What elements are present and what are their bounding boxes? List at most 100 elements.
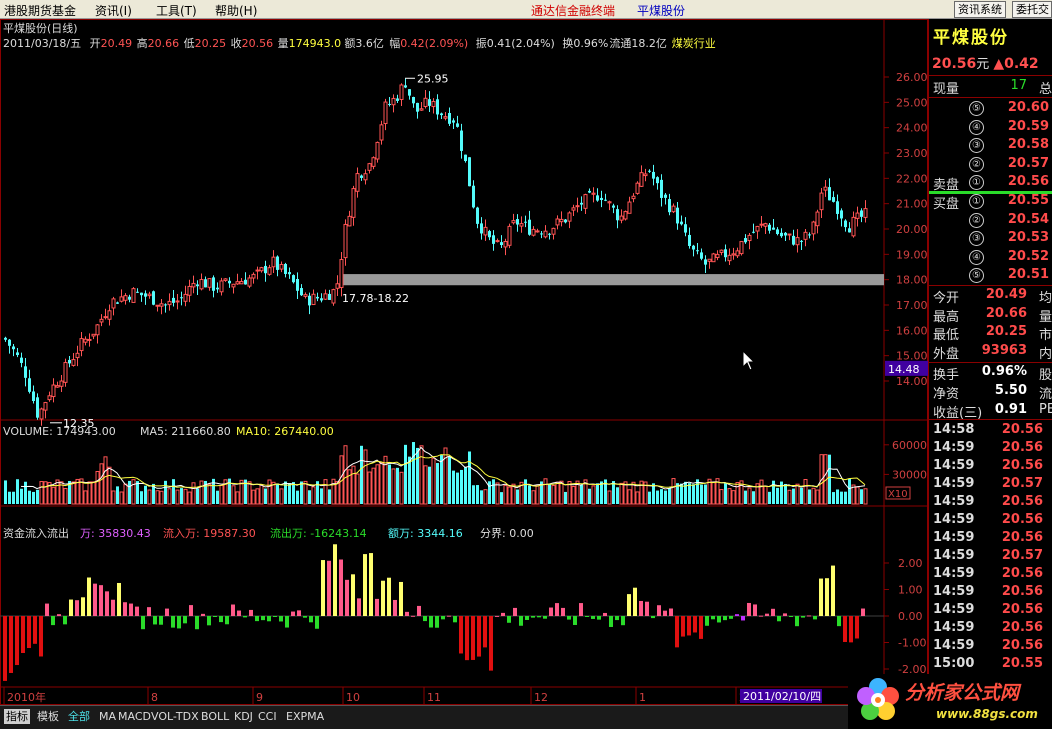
flow-bar-out xyxy=(153,616,157,625)
candle-body-up xyxy=(259,267,264,272)
flow-wan: 万: 35830.43 xyxy=(80,527,151,540)
tab-ma[interactable]: MA xyxy=(97,709,118,724)
vol-label: 60000 xyxy=(892,439,927,452)
flow-bar-out xyxy=(219,616,223,623)
volume-bar-up xyxy=(719,489,724,505)
flow-bar-out xyxy=(543,616,547,619)
tab-macd[interactable]: MACD xyxy=(116,709,153,724)
flow-bar-in xyxy=(333,544,337,616)
buy-label: 买盘 xyxy=(933,197,960,212)
flow-bar-out xyxy=(741,616,745,621)
volume-bar-up xyxy=(39,481,44,505)
candle-body-down xyxy=(660,179,663,198)
volume-bar-down xyxy=(460,469,463,504)
tick-row: 14:59 20.56 xyxy=(929,584,1052,602)
flow-bar-out xyxy=(177,616,181,629)
tab-boll[interactable]: BOLL xyxy=(199,709,231,724)
volume-bar-down xyxy=(580,484,583,504)
flow-bar-in xyxy=(669,608,673,616)
stat-suffix: 均 xyxy=(1039,291,1052,306)
flow-bar-in xyxy=(105,591,109,616)
volume-bar-up xyxy=(423,465,428,505)
stat-suffix: 流 xyxy=(1039,387,1052,402)
chart-frame xyxy=(0,19,928,705)
tab-expma[interactable]: EXPMA xyxy=(284,709,326,724)
candle-body-up xyxy=(183,293,188,302)
flow-bar-out xyxy=(471,616,475,660)
stat-label: 净资 xyxy=(933,387,960,402)
volume-bar-down xyxy=(752,491,755,504)
volume-bar-down xyxy=(472,485,475,504)
tab-indicator[interactable]: 指标 xyxy=(4,709,30,724)
tick-row: 14:59 20.56 xyxy=(929,458,1052,476)
trade-button[interactable]: 委托交 xyxy=(1012,1,1052,18)
stat-value: 20.25 xyxy=(985,324,1027,340)
tick-time: 14:59 xyxy=(933,620,975,635)
stat-value: 0.91 xyxy=(994,401,1027,417)
menu-info[interactable]: 资讯(I) xyxy=(95,2,132,19)
flow-bar-in xyxy=(633,587,637,616)
volume-bar-up xyxy=(191,482,196,505)
volume-bar-down xyxy=(524,479,527,504)
flow-bar-out xyxy=(195,616,199,630)
stat-row: 今开 20.49 均 xyxy=(929,287,1052,306)
candle-body-up xyxy=(103,316,108,319)
tab-all[interactable]: 全部 xyxy=(66,709,92,724)
menu-help[interactable]: 帮助(H) xyxy=(215,2,257,19)
info-system-button[interactable]: 资讯系统 xyxy=(954,1,1006,18)
stat-value: 93963 xyxy=(981,342,1027,358)
stat-suffix: 股 xyxy=(1039,368,1052,384)
candle-body-up xyxy=(347,215,352,227)
info-field: 开 xyxy=(90,37,101,50)
menu-tools[interactable]: 工具(T) xyxy=(156,2,197,19)
tick-price: 20.55 xyxy=(1001,656,1043,671)
candle-body-down xyxy=(16,352,19,356)
tab-cci[interactable]: CCI xyxy=(256,709,279,724)
volume-bar-up xyxy=(43,481,48,505)
candle-body-up xyxy=(91,333,96,337)
price-label: 23.00 xyxy=(896,147,928,160)
candle-body-down xyxy=(276,256,279,270)
volume-bar-up xyxy=(103,456,108,505)
flow-bar-out xyxy=(33,616,37,644)
volume-bar-down xyxy=(140,491,143,504)
candle-body-up xyxy=(39,408,44,420)
xianliang-row: 现量 17 总 xyxy=(929,78,1052,97)
candle-body-up xyxy=(63,362,68,383)
stat-value: 20.49 xyxy=(985,287,1027,302)
info-field: 0.41(2.04%) xyxy=(487,37,555,50)
tick-price: 20.56 xyxy=(1001,530,1043,545)
flow-bar-out xyxy=(843,616,847,642)
stat-label: 换手 xyxy=(933,368,960,384)
tab-template[interactable]: 模板 xyxy=(35,709,61,724)
ma5-value: MA5: 211660.80 xyxy=(140,425,231,438)
flow-bar-out xyxy=(285,616,289,628)
flow-bar-out xyxy=(255,616,259,622)
flow-bar-out xyxy=(303,616,307,618)
flow-bar-in xyxy=(345,579,349,616)
info-field: 0.42(2.09%) xyxy=(400,37,468,50)
volume-bar-down xyxy=(548,483,551,504)
xianliang-value: 17 xyxy=(1010,78,1027,93)
vol-unit: X10 xyxy=(888,489,908,500)
volume-bar-up xyxy=(811,487,816,505)
tick-time: 14:59 xyxy=(933,476,975,491)
volume-bar-down xyxy=(616,487,619,504)
volume-bar-up xyxy=(51,486,56,505)
volume-bar-up xyxy=(159,490,164,505)
flow-bar-in xyxy=(81,597,85,616)
volume-bar-up xyxy=(543,478,548,505)
kline-chart[interactable]: 平煤股份(日线)2011/03/18/五开 20.49 高 20.66 低 20.25 收 2… xyxy=(0,19,928,705)
flow-bar-out xyxy=(615,616,619,621)
candle-body-down xyxy=(228,280,231,284)
current-price-value: 14.48 xyxy=(888,363,920,376)
candle-body-up xyxy=(83,338,88,343)
menu-hk-futures[interactable]: 港股期货基金 xyxy=(4,2,76,19)
candle-body-down xyxy=(596,195,599,201)
flow-bar-out xyxy=(315,616,319,629)
tab-vol-tdx[interactable]: VOL-TDX xyxy=(149,709,201,724)
candle-body-down xyxy=(468,157,471,187)
tick-time: 14:59 xyxy=(933,638,975,653)
chart-area[interactable]: 平煤股份(日线) 2011/03/18/五开 20.49 高 20.66 低 20.25 收 2… xyxy=(0,19,928,705)
tab-kdj[interactable]: KDJ xyxy=(232,709,255,724)
